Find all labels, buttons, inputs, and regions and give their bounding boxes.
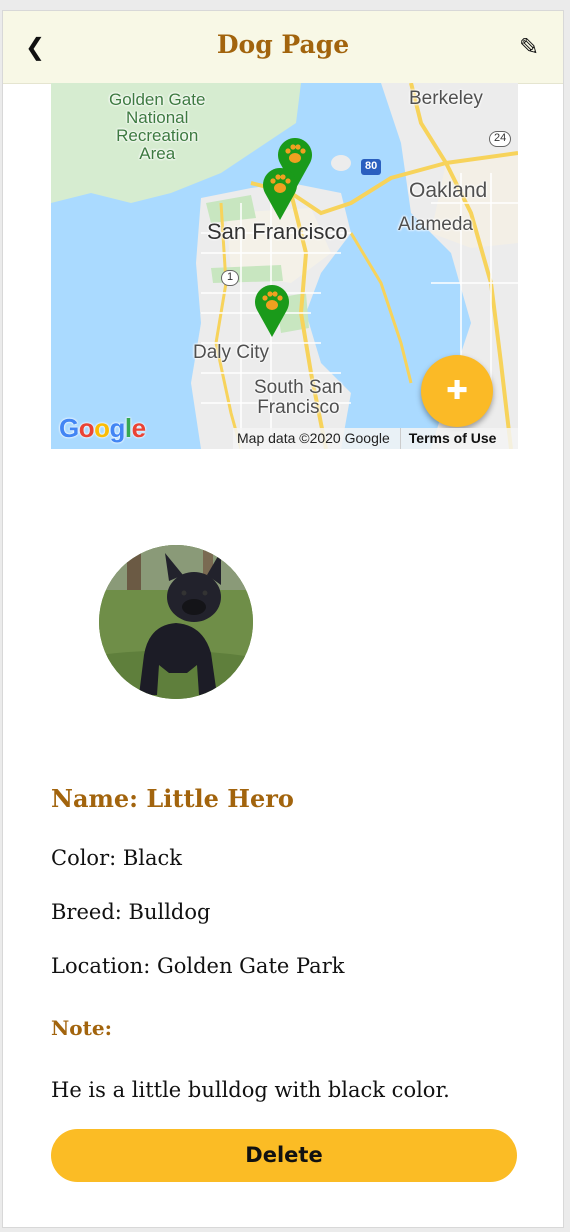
hwy-80-shield: 80: [361, 159, 382, 175]
map-label-daly-city: Daly City: [193, 342, 270, 363]
hwy-24-shield: 24: [489, 131, 512, 147]
map-label-oakland: Oakland: [409, 179, 488, 202]
page-title: Dog Page: [216, 30, 350, 59]
terms-of-use-link[interactable]: Terms of Use: [401, 428, 505, 449]
paw-marker-icon[interactable]: [261, 165, 299, 221]
dog-location: Location: Golden Gate Park: [51, 954, 345, 978]
map-data-credit: Map data ©2020 Google: [233, 428, 401, 449]
google-logo-letter: o: [78, 413, 95, 443]
black-bulldog-photo: [99, 545, 253, 699]
google-logo-letter: o: [94, 413, 110, 443]
note-label: Note:: [51, 1016, 112, 1040]
map-label-alameda: Alameda: [398, 214, 473, 235]
delete-button[interactable]: Delete: [51, 1129, 517, 1182]
map-view[interactable]: Golden Gate National Recreation Area Ber…: [51, 83, 518, 449]
map-label-san-francisco: San Francisco: [207, 219, 348, 244]
map-label-ggnra: Golden Gate National Recreation Area: [109, 90, 206, 163]
paw-marker-icon[interactable]: [253, 282, 291, 338]
map-label-south-sf: South San Francisco: [254, 377, 343, 418]
dog-avatar: [99, 545, 253, 699]
hwy-1-shield: 1: [221, 270, 240, 286]
add-location-button[interactable]: ✚: [421, 355, 493, 427]
dog-name: Name: Little Hero: [51, 784, 294, 813]
app-screen: ❮ Dog Page ✎ Golden Gate National Recrea…: [2, 10, 564, 1228]
google-logo-letter: G: [59, 413, 79, 443]
dog-breed: Breed: Bulldog: [51, 900, 211, 924]
map-label-berkeley: Berkeley: [409, 88, 483, 109]
map-attribution: Map data ©2020 Google Terms of Use: [233, 428, 518, 449]
google-logo-letter: e: [131, 413, 146, 443]
pencil-icon[interactable]: ✎: [515, 32, 543, 62]
top-bar: ❮ Dog Page ✎: [3, 11, 563, 84]
google-logo: Google: [59, 413, 146, 444]
google-logo-letter: g: [109, 413, 126, 443]
google-logo-letter: l: [124, 413, 132, 443]
note-text: He is a little bulldog with black color.: [51, 1078, 450, 1102]
dog-color: Color: Black: [51, 846, 183, 870]
